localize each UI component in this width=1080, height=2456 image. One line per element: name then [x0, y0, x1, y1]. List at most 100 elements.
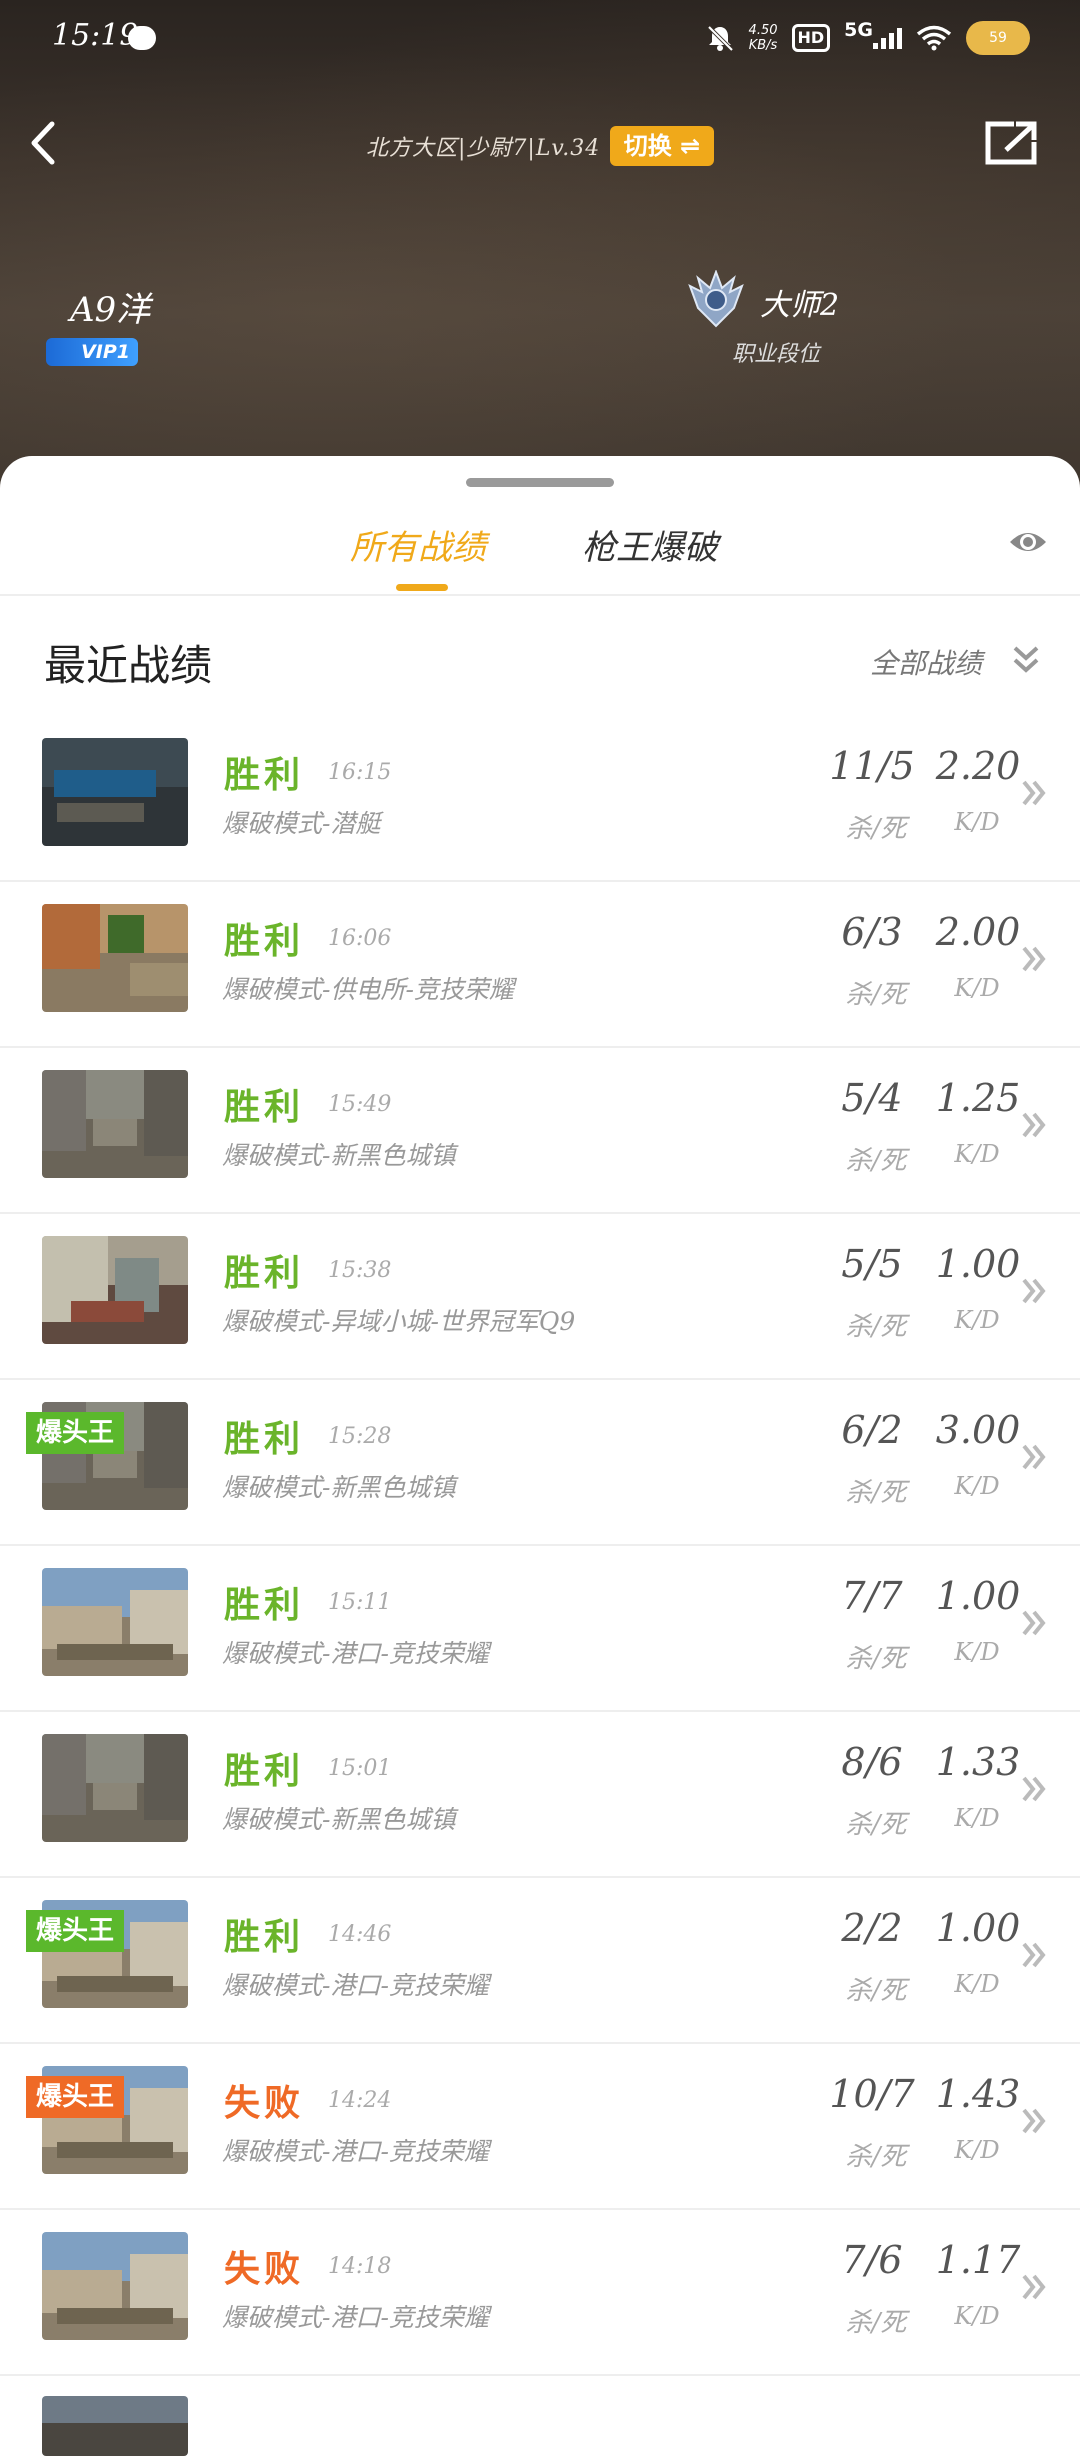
rank-subtitle: 职业段位 — [732, 342, 821, 367]
match-row[interactable]: 爆头王 胜利 15:28 爆破模式-新黑色城镇 6/2 杀/死 3.00 K/D — [0, 1380, 1080, 1546]
match-mode: 爆破模式-港口-竞技荣耀 — [222, 2137, 489, 2166]
match-time: 16:06 — [328, 926, 392, 951]
kills-deaths-label: 杀/死 — [845, 1146, 907, 1176]
double-chevron-right-icon[interactable] — [1020, 1774, 1048, 1804]
tab-all-records[interactable]: 所有战绩 — [350, 520, 486, 569]
status-bar: 15:19 4.50 KB/s HD 5G 59 — [0, 0, 1080, 80]
signal-strength-icon — [873, 27, 902, 49]
kills-deaths-label: 杀/死 — [845, 1312, 907, 1342]
switch-button[interactable]: 切换 ⇌ — [610, 126, 714, 166]
match-mode: 爆破模式-供电所-竞技荣耀 — [222, 975, 514, 1004]
match-result: 失败 — [224, 2082, 305, 2124]
match-mode: 爆破模式-港口-竞技荣耀 — [222, 1639, 489, 1668]
kd-ratio-label: K/D — [954, 2302, 1000, 2330]
match-mode: 爆破模式-新黑色城镇 — [222, 1473, 456, 1502]
kd-ratio: 2.20 — [935, 744, 1021, 788]
kd-ratio: 1.00 — [935, 1242, 1021, 1286]
match-row[interactable]: 胜利 15:38 爆破模式-异域小城-世界冠军Q9 5/5 杀/死 1.00 K… — [0, 1214, 1080, 1380]
match-time: 15:01 — [328, 1756, 392, 1781]
match-row[interactable]: 胜利 16:15 爆破模式-潜艇 11/5 杀/死 2.20 K/D — [0, 716, 1080, 882]
double-chevron-right-icon[interactable] — [1020, 1442, 1048, 1472]
kills-deaths-label: 杀/死 — [845, 1810, 907, 1840]
double-chevron-right-icon[interactable] — [1020, 778, 1048, 808]
share-icon[interactable] — [984, 118, 1040, 168]
kills-deaths: 6/2 — [841, 1408, 903, 1452]
match-list: 胜利 16:15 爆破模式-潜艇 11/5 杀/死 2.20 K/D 胜利 16… — [0, 716, 1080, 2456]
match-row[interactable]: 胜利 15:11 爆破模式-港口-竞技荣耀 7/7 杀/死 1.00 K/D — [0, 1546, 1080, 1712]
eye-icon[interactable] — [1008, 526, 1048, 558]
mute-bell-icon — [707, 25, 733, 52]
match-row[interactable]: 爆头王 失败 14:24 爆破模式-港口-竞技荣耀 10/7 杀/死 1.43 … — [0, 2044, 1080, 2210]
double-chevron-right-icon[interactable] — [1020, 1276, 1048, 1306]
double-chevron-right-icon[interactable] — [1020, 1608, 1048, 1638]
net-speed-value: 4.50 — [748, 23, 778, 38]
network-type: 5G — [844, 19, 873, 41]
kd-ratio-label: K/D — [954, 1638, 1000, 1666]
match-mode: 爆破模式-潜艇 — [222, 809, 381, 838]
active-tab-indicator — [396, 584, 448, 591]
match-result: 胜利 — [224, 1252, 305, 1294]
records-sheet: 所有战绩 枪王爆破 最近战绩 全部战绩 胜利 16:15 爆破模式-潜艇 11/… — [0, 456, 1080, 2456]
match-result: 胜利 — [224, 1086, 305, 1128]
match-row[interactable]: 胜利 15:49 爆破模式-新黑色城镇 5/4 杀/死 1.25 K/D — [0, 1048, 1080, 1214]
map-thumbnail — [42, 1070, 188, 1178]
match-mode: 爆破模式-异域小城-世界冠军Q9 — [222, 1307, 576, 1336]
double-chevron-right-icon[interactable] — [1020, 1110, 1048, 1140]
kills-deaths: 5/4 — [841, 1076, 903, 1120]
kills-deaths: 10/7 — [829, 2072, 915, 2116]
double-chevron-right-icon[interactable] — [1020, 944, 1048, 974]
headshot-king-badge: 爆头王 — [26, 1412, 125, 1454]
tab-divider — [0, 594, 1080, 596]
match-result: 胜利 — [224, 1418, 305, 1460]
match-result: 胜利 — [224, 1584, 305, 1626]
vip-badge: VIP1 — [46, 338, 138, 366]
net-speed-unit: KB/s — [748, 38, 778, 53]
kills-deaths-label: 杀/死 — [845, 1478, 907, 1508]
back-arrow-icon[interactable] — [24, 118, 64, 168]
kills-deaths-label: 杀/死 — [845, 980, 907, 1010]
kd-ratio: 3.00 — [935, 1408, 1021, 1452]
kd-ratio: 1.25 — [935, 1076, 1021, 1120]
double-chevron-down-icon[interactable] — [1012, 644, 1040, 674]
network-speed: 4.50 KB/s — [749, 23, 778, 53]
match-row[interactable]: 胜利 16:06 爆破模式-供电所-竞技荣耀 6/3 杀/死 2.00 K/D — [0, 882, 1080, 1048]
match-row[interactable]: 胜利 15:01 爆破模式-新黑色城镇 8/6 杀/死 1.33 K/D — [0, 1712, 1080, 1878]
kd-ratio: 1.00 — [935, 1574, 1021, 1618]
match-time: 14:46 — [328, 1922, 392, 1947]
match-row[interactable]: 失败 14:18 爆破模式-港口-竞技荣耀 7/6 杀/死 1.17 K/D — [0, 2210, 1080, 2376]
match-mode: 爆破模式-新黑色城镇 — [222, 1141, 456, 1170]
match-time: 15:28 — [328, 1424, 392, 1449]
map-thumbnail — [42, 1236, 188, 1344]
kd-ratio: 2.00 — [935, 910, 1021, 954]
sheet-drag-handle[interactable] — [466, 478, 614, 487]
double-chevron-right-icon[interactable] — [1020, 1940, 1048, 1970]
rank-emblem-icon — [688, 270, 744, 328]
kills-deaths: 7/7 — [841, 1574, 903, 1618]
match-result: 失败 — [224, 2248, 305, 2290]
kills-deaths-label: 杀/死 — [845, 2142, 907, 2172]
section-title: 最近战绩 — [44, 641, 213, 690]
status-time: 15:19 — [52, 18, 139, 53]
hd-voice-icon: HD — [791, 24, 831, 52]
rank-name: 大师2 — [760, 288, 840, 323]
kills-deaths: 8/6 — [841, 1740, 903, 1784]
kd-ratio-label: K/D — [954, 1306, 1000, 1334]
kills-deaths: 11/5 — [829, 744, 915, 788]
double-chevron-right-icon[interactable] — [1020, 2106, 1048, 2136]
match-time: 14:24 — [328, 2088, 392, 2113]
kd-ratio-label: K/D — [954, 974, 1000, 1002]
tab-gun-king-demolition[interactable]: 枪王爆破 — [582, 520, 718, 569]
match-time: 15:49 — [328, 1092, 392, 1117]
match-row[interactable]: 爆头王 胜利 14:46 爆破模式-港口-竞技荣耀 2/2 杀/死 1.00 K… — [0, 1878, 1080, 2044]
records-filter[interactable]: 全部战绩 — [870, 642, 982, 682]
map-thumbnail — [42, 738, 188, 846]
kills-deaths: 5/5 — [841, 1242, 903, 1286]
chat-notification-icon — [128, 26, 156, 50]
map-thumbnail — [42, 904, 188, 1012]
server-level-info: 北方大区|少尉7|Lv.34 — [366, 136, 601, 161]
double-chevron-right-icon[interactable] — [1020, 2272, 1048, 2302]
headshot-king-badge: 爆头王 — [26, 1910, 125, 1952]
kills-deaths-label: 杀/死 — [845, 1644, 907, 1674]
kills-deaths-label: 杀/死 — [845, 2308, 907, 2338]
match-row-partial[interactable] — [0, 2376, 1080, 2456]
